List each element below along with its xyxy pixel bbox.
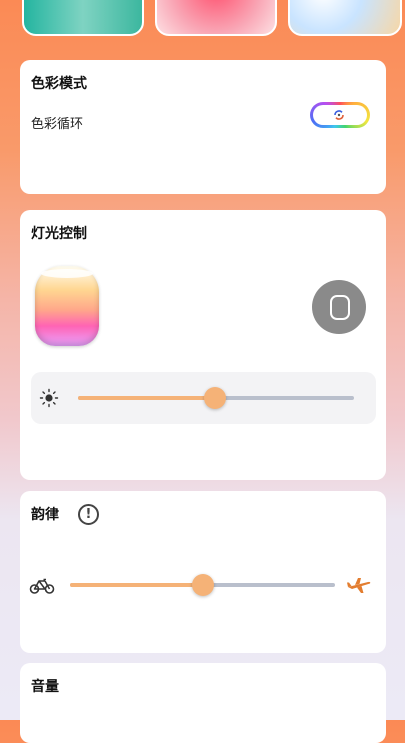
speaker-top-cap <box>41 269 93 278</box>
preset-thumbnail-1[interactable] <box>22 0 144 36</box>
color-mode-title: 色彩模式 <box>31 76 87 92</box>
bicycle-icon <box>29 578 55 594</box>
light-control-title: 灯光控制 <box>31 226 87 242</box>
brightness-row <box>31 372 376 424</box>
sun-icon <box>39 388 59 408</box>
preset-thumbnail-2[interactable] <box>155 0 277 36</box>
color-cycle-label: 色彩循环 <box>31 117 84 132</box>
device-button[interactable] <box>312 280 366 334</box>
rhythm-title: 韵律 <box>31 507 59 523</box>
brightness-track-active <box>78 396 215 400</box>
volume-card: 音量 <box>20 663 386 743</box>
rhythm-card: 韵律 ! <box>20 491 386 653</box>
toggle-track <box>313 105 367 125</box>
light-control-card: 灯光控制 <box>20 210 386 480</box>
volume-title: 音量 <box>31 679 59 695</box>
color-mode-card: 色彩模式 色彩循环 <box>20 60 386 194</box>
cycle-icon <box>334 110 344 120</box>
preset-thumbnail-3[interactable] <box>288 0 402 36</box>
speaker-icon <box>330 295 350 320</box>
rhythm-track-active <box>70 583 203 587</box>
speaker-preview-image <box>35 266 99 346</box>
color-cycle-toggle[interactable] <box>310 102 370 128</box>
info-icon[interactable]: ! <box>78 504 99 525</box>
rhythm-slider[interactable] <box>70 573 335 597</box>
brightness-slider[interactable] <box>78 386 354 410</box>
rhythm-thumb[interactable] <box>192 574 214 596</box>
brightness-thumb[interactable] <box>204 387 226 409</box>
airplane-icon <box>347 578 371 593</box>
